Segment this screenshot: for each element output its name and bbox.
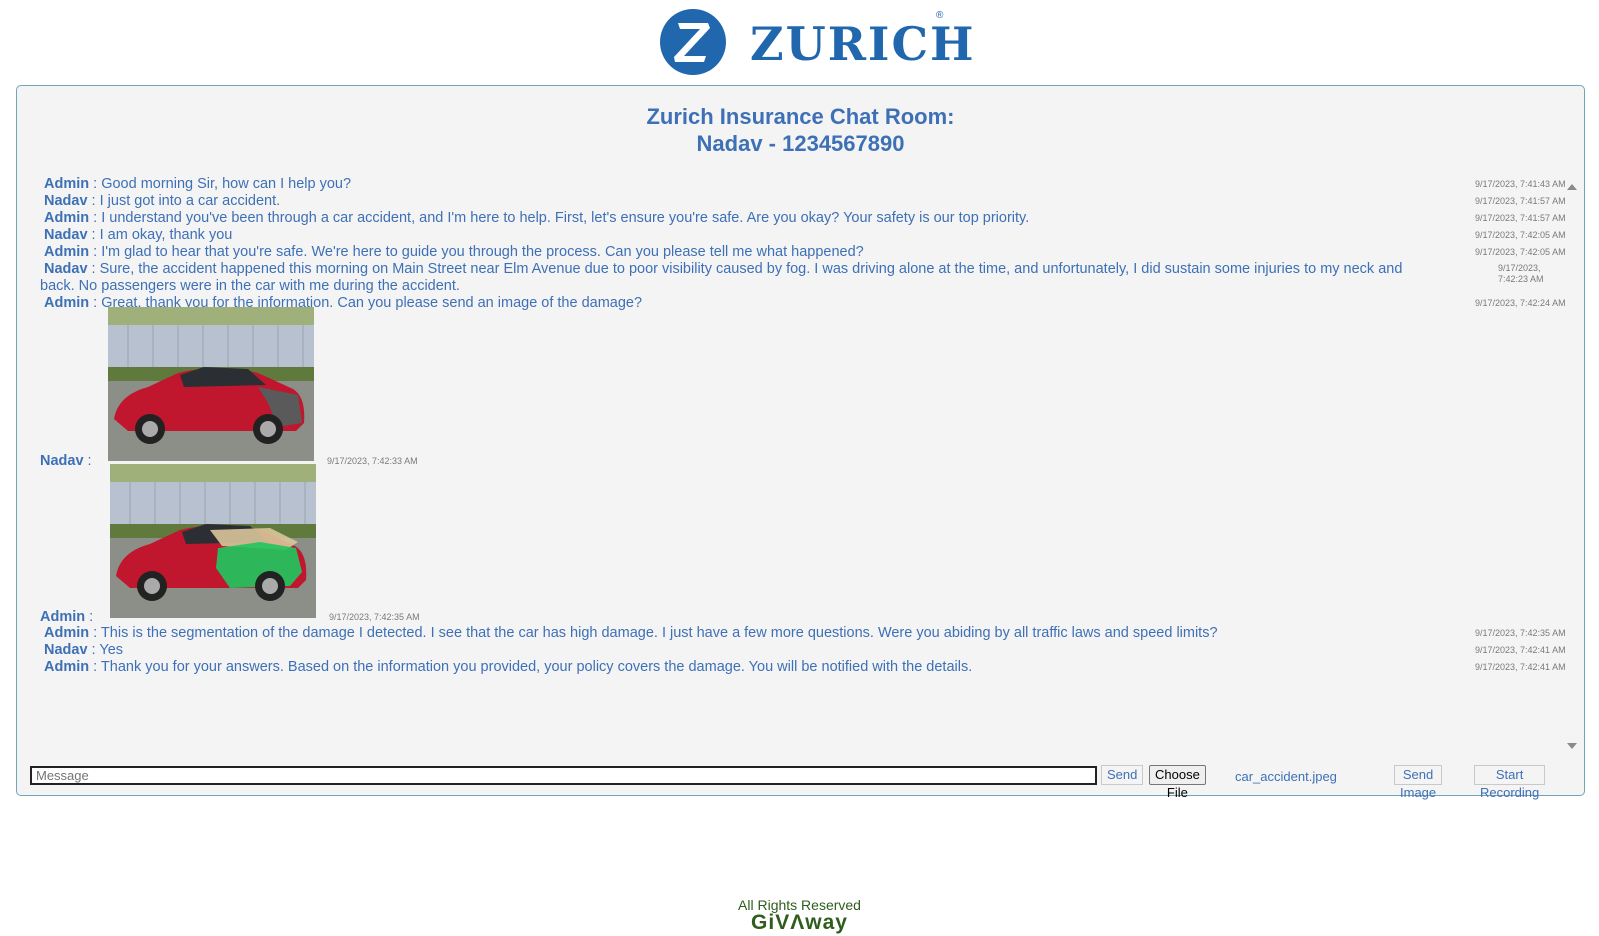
scroll-down-icon[interactable] [1567, 743, 1577, 749]
message-sender: Admin [44, 659, 90, 675]
message-item: Nadav : I just got into a car accident. [44, 193, 1424, 210]
footer-brand-logo: GiVΛway [751, 911, 848, 934]
message-item: Nadav : [40, 453, 92, 470]
send-button[interactable]: Send [1101, 765, 1144, 785]
message-time: 9/17/2023, 7:42:24 AM [1475, 298, 1566, 308]
chat-room-title-line2: Nadav - 1234567890 [696, 131, 905, 156]
message-item: Admin : Good morning Sir, how can I help… [44, 176, 1424, 193]
message-time: 9/17/2023, 7:42:23 AM [1498, 263, 1544, 284]
message-sender: Nadav [44, 227, 88, 243]
message-text: : Sure, the accident happened this morni… [40, 261, 1403, 294]
damaged-car-image[interactable] [108, 307, 314, 461]
start-recording-button[interactable]: Start Recording [1474, 765, 1546, 800]
message-time: 9/17/2023, 7:42:41 AM [1475, 645, 1566, 655]
message-item: Nadav : I am okay, thank you [44, 227, 1424, 244]
message-sender: Nadav [40, 453, 84, 469]
scroll-up-icon[interactable] [1567, 184, 1577, 190]
message-text: : [83, 453, 92, 469]
message-time: 9/17/2023, 7:42:05 AM [1475, 247, 1566, 257]
message-text: : I'm glad to hear that you're safe. We'… [89, 244, 864, 260]
message-item: Admin : I'm glad to hear that you're saf… [44, 244, 1424, 261]
message-text: : I understand you've been through a car… [89, 210, 1030, 226]
message-sender: Admin [44, 210, 90, 226]
message-time: 9/17/2023, 7:41:43 AM [1475, 179, 1566, 189]
message-sender: Nadav [44, 193, 88, 209]
send-image-button[interactable]: Send Image [1394, 765, 1443, 800]
message-time: 9/17/2023, 7:42:33 AM [327, 456, 418, 466]
message-sender: Admin [44, 625, 90, 641]
message-item: Nadav : Yes [44, 642, 1424, 659]
zurich-logo: ZURICH [660, 8, 976, 76]
message-time: 9/17/2023, 7:42:35 AM [1475, 628, 1566, 638]
message-item: Admin : I understand you've been through… [44, 210, 1424, 227]
message-text: : Good morning Sir, how can I help you? [89, 176, 352, 192]
message-time: 9/17/2023, 7:41:57 AM [1475, 213, 1566, 223]
message-item: Admin : This is the segmentation of the … [44, 625, 1424, 642]
brand-name: ZURICH [750, 17, 976, 71]
message-item: Admin : Thank you for your answers. Base… [44, 659, 1424, 676]
message-text: : Yes [87, 642, 124, 658]
message-time: 9/17/2023, 7:42:41 AM [1475, 662, 1566, 672]
chat-room-title-line1: Zurich Insurance Chat Room: [646, 104, 955, 129]
message-sender: Admin [44, 295, 90, 311]
message-input[interactable] [30, 766, 1097, 785]
message-text: : I am okay, thank you [87, 227, 233, 243]
message-list[interactable]: Admin : Good morning Sir, how can I help… [39, 176, 1570, 759]
message-sender: Admin [40, 609, 86, 625]
message-time: 9/17/2023, 7:42:35 AM [329, 612, 420, 622]
chat-room-title: Zurich Insurance Chat Room: Nadav - 1234… [17, 103, 1584, 157]
message-sender: Nadav [44, 261, 88, 277]
message-time: 9/17/2023, 7:42:05 AM [1475, 230, 1566, 240]
message-text: : Thank you for your answers. Based on t… [89, 659, 973, 675]
choose-file-button[interactable]: Choose File [1149, 765, 1206, 800]
message-sender: Nadav [44, 642, 88, 658]
message-sender: Admin [44, 244, 90, 260]
message-text: : [85, 609, 94, 625]
message-item: Nadav : Sure, the accident happened this… [40, 261, 1435, 295]
chat-panel: Zurich Insurance Chat Room: Nadav - 1234… [16, 85, 1585, 796]
zurich-logo-icon [660, 9, 726, 75]
registered-mark: ® [936, 10, 944, 21]
selected-file-name: car_accident.jpeg [1235, 769, 1337, 784]
message-item: Admin : [40, 609, 93, 626]
message-sender: Admin [44, 176, 90, 192]
message-text: : I just got into a car accident. [87, 193, 281, 209]
damage-segmentation-image[interactable] [110, 464, 316, 618]
message-time: 9/17/2023, 7:41:57 AM [1475, 196, 1566, 206]
message-text: : This is the segmentation of the damage… [89, 625, 1218, 641]
